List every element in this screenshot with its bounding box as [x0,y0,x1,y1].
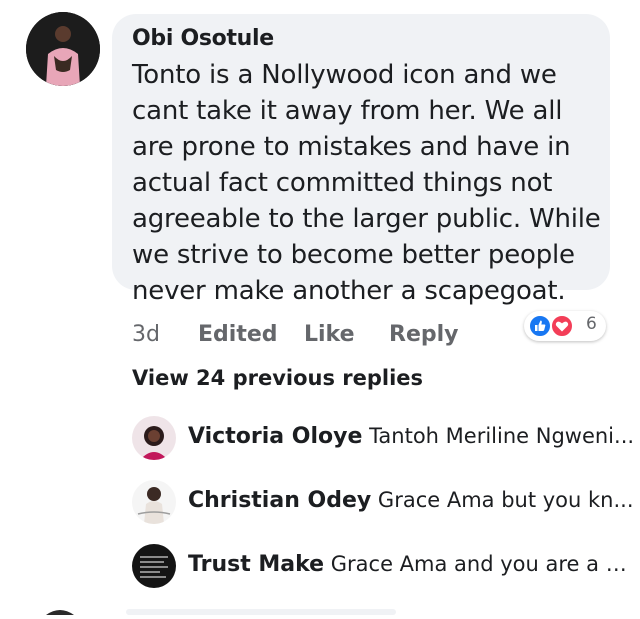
comment-author-name[interactable]: Obi Osotule [132,26,274,51]
reply-content: Christian Odey Grace Ama but you kn... [188,488,638,513]
reactions-summary[interactable]: 6 [524,311,606,341]
comment-text: Tonto is a Nollywood icon and we cant ta… [132,60,601,306]
avatar-image [26,12,100,86]
avatar-image [132,416,176,460]
reply-author-name[interactable]: Trust Make [188,552,324,577]
avatar-image [132,480,176,524]
reply-item: Victoria Oloye Tantoh Meriline Ngweni... [132,416,640,462]
reply-text: Tantoh Meriline Ngweni... [369,424,635,448]
love-reaction-icon [550,314,574,338]
reply-avatar[interactable] [132,416,176,460]
reply-item: Christian Odey Grace Ama but you kn... [132,480,640,526]
edited-link[interactable]: Edited [198,322,278,347]
avatar-image [132,544,176,588]
like-button[interactable]: Like [304,322,355,347]
reply-button[interactable]: Reply [389,322,459,347]
next-comment-partial [0,600,640,615]
comment-timestamp[interactable]: 3d [132,322,160,347]
reply-avatar[interactable] [132,544,176,588]
reply-author-name[interactable]: Christian Odey [188,488,371,513]
reply-avatar[interactable] [132,480,176,524]
view-previous-replies-link[interactable]: View 24 previous replies [132,366,423,390]
reply-author-name[interactable]: Victoria Oloye [188,424,362,449]
reply-item: Trust Make Grace Ama and you are a g... [132,544,640,590]
reply-content: Victoria Oloye Tantoh Meriline Ngweni... [188,424,638,449]
commenter-avatar[interactable] [26,12,100,86]
reply-text: Grace Ama and you are a g... [330,552,638,576]
partial-content-edge [46,609,396,615]
reaction-count: 6 [586,314,597,334]
like-reaction-icon [528,314,552,338]
reply-text: Grace Ama but you kn... [377,488,634,512]
comment-bubble: Obi Osotule Tonto is a Nollywood icon an… [112,14,610,306]
reply-content: Trust Make Grace Ama and you are a g... [188,552,638,577]
